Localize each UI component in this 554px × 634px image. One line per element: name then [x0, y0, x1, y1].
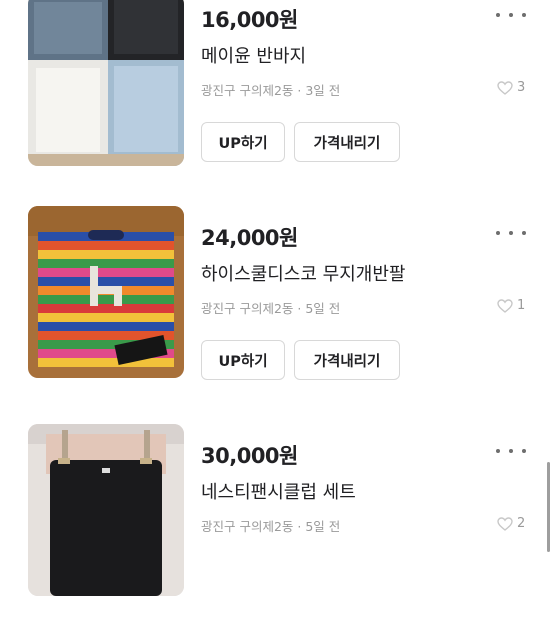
listing-item-set[interactable]: 30,000원 네스티팬시클럽 세트 광진구 구의제2동 · 5일 전 2 [0, 424, 554, 634]
location-time: 광진구 구의제2동 · 5일 전 [201, 301, 341, 316]
heart-icon [497, 516, 513, 531]
listing-title[interactable]: 네스티팬시클럽 세트 [201, 478, 356, 504]
price-down-button[interactable]: 가격내리기 [294, 122, 400, 162]
up-button[interactable]: UP하기 [201, 122, 285, 162]
like-count-value: 1 [517, 298, 526, 313]
product-thumbnail[interactable] [28, 0, 184, 166]
like-count: 3 [497, 80, 525, 95]
more-dots-icon[interactable] [496, 444, 526, 458]
price: 24,000원 [201, 226, 298, 250]
price: 30,000원 [201, 444, 298, 468]
heart-icon [497, 80, 513, 95]
listing-title[interactable]: 하이스쿨디스코 무지개반팔 [201, 260, 405, 286]
scrollbar[interactable] [547, 462, 550, 552]
set-photo [28, 424, 184, 596]
location-time: 광진구 구의제2동 · 5일 전 [201, 519, 341, 534]
shorts-photo [28, 0, 184, 166]
more-dots-icon[interactable] [496, 226, 526, 240]
listing-item-shorts[interactable]: 16,000원 메이윤 반바지 광진구 구의제2동 · 3일 전 3 UP하기 … [0, 0, 554, 210]
heart-icon [497, 298, 513, 313]
up-button[interactable]: UP하기 [201, 340, 285, 380]
rainbow-tee-photo [28, 206, 184, 378]
like-count-value: 3 [517, 80, 526, 95]
product-thumbnail[interactable] [28, 206, 184, 378]
like-count: 2 [497, 516, 525, 531]
price: 16,000원 [201, 8, 298, 32]
listing-item-rainbow-tee[interactable]: 24,000원 하이스쿨디스코 무지개반팔 광진구 구의제2동 · 5일 전 1… [0, 206, 554, 416]
location-time: 광진구 구의제2동 · 3일 전 [201, 83, 341, 98]
price-down-button[interactable]: 가격내리기 [294, 340, 400, 380]
more-dots-icon[interactable] [496, 8, 526, 22]
listing-title[interactable]: 메이윤 반바지 [201, 42, 306, 68]
like-count: 1 [497, 298, 525, 313]
like-count-value: 2 [517, 516, 526, 531]
product-thumbnail[interactable] [28, 424, 184, 596]
